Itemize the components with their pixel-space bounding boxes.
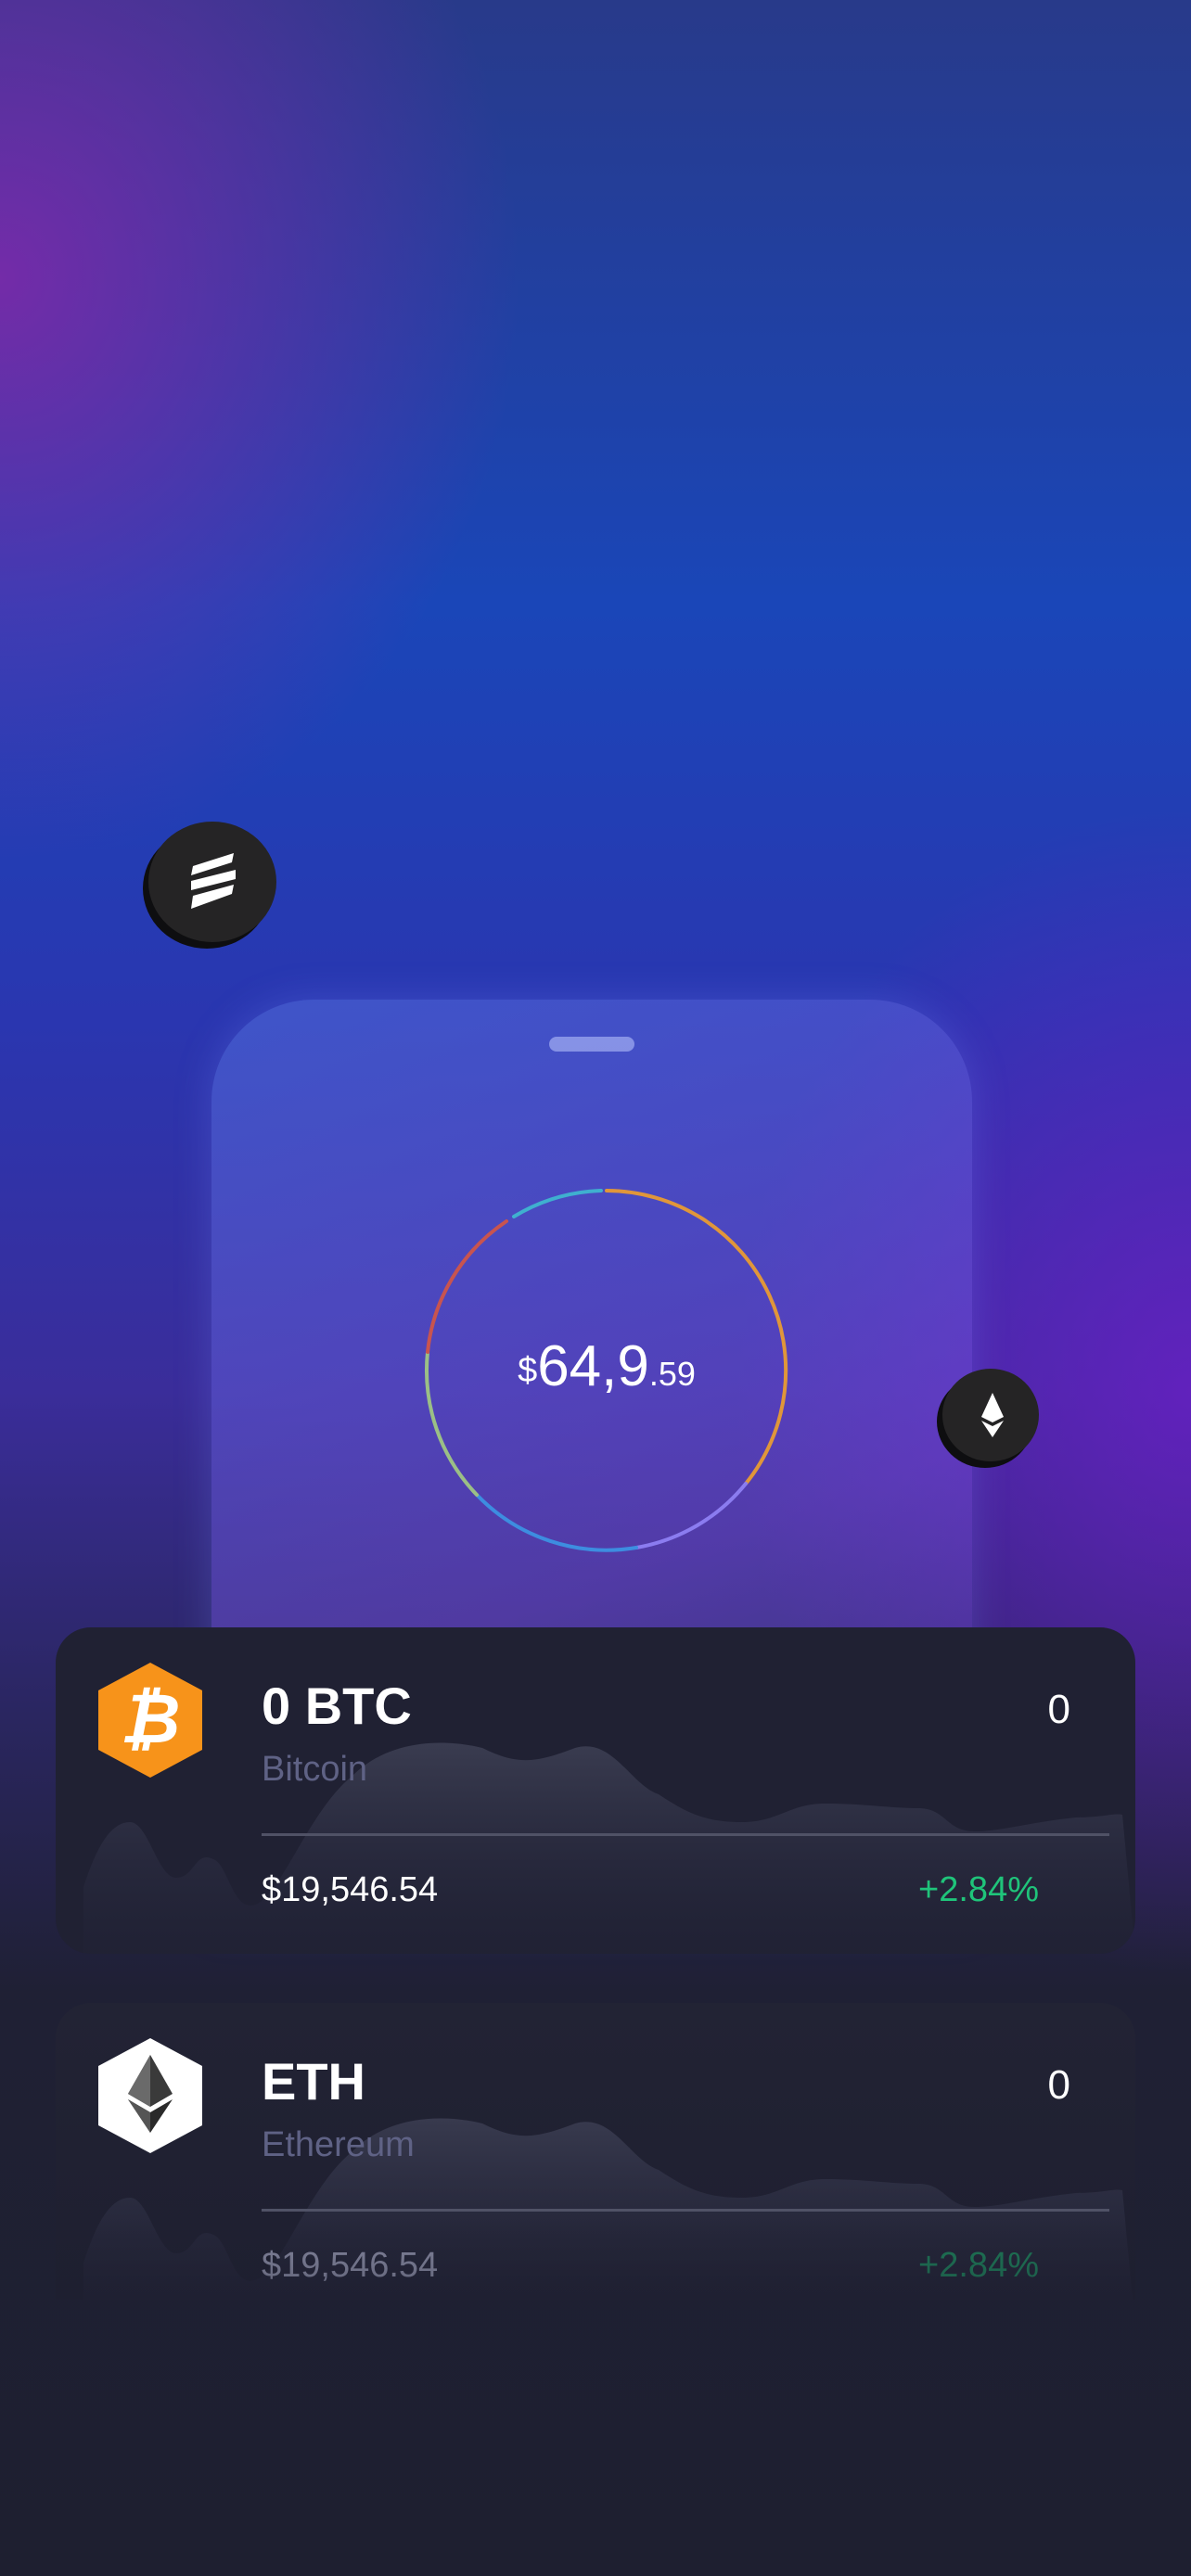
divider [262, 1833, 1109, 1836]
asset-quantity: 0 [1047, 1687, 1070, 1732]
bitcoin-icon: ₿ [98, 1663, 202, 1778]
ethereum-icon [98, 2038, 202, 2153]
balance-decimals: .59 [648, 1355, 696, 1393]
asset-name: Ethereum [262, 2125, 415, 2164]
asset-card-ethereum[interactable]: ETH Ethereum 0 $19,546.54 +2.84% [56, 2003, 1135, 2300]
ring-segment-purple [634, 1482, 748, 1549]
asset-price: $19,546.54 [262, 2246, 439, 2285]
asset-amount: ETH [262, 2052, 365, 2111]
balance-main: 64,9 [537, 1334, 649, 1398]
asset-change: +2.84% [918, 1870, 1039, 1909]
ring-segment-red [426, 1219, 508, 1354]
asset-amount: 0 BTC [262, 1677, 412, 1735]
asset-card-bitcoin[interactable]: ₿ 0 BTC Bitcoin 0 $19,546.54 +2.84% [56, 1627, 1135, 1954]
divider [262, 2209, 1109, 2212]
asset-change: +2.84% [918, 2246, 1039, 2285]
ethereum-icon [981, 1393, 1004, 1437]
solana-coin [148, 822, 276, 942]
currency-symbol: $ [518, 1351, 538, 1390]
drag-handle[interactable] [549, 1037, 634, 1052]
asset-name: Bitcoin [262, 1750, 368, 1789]
portfolio-balance: $64,9.59 [421, 1333, 792, 1399]
svg-text:₿: ₿ [121, 1680, 181, 1757]
ethereum-coin [942, 1369, 1039, 1461]
asset-quantity: 0 [1047, 2062, 1070, 2108]
ring-segment-cyan [512, 1189, 603, 1218]
solana-icon [191, 853, 236, 909]
ring-segment-blue [475, 1493, 638, 1552]
asset-price: $19,546.54 [262, 1870, 439, 1909]
